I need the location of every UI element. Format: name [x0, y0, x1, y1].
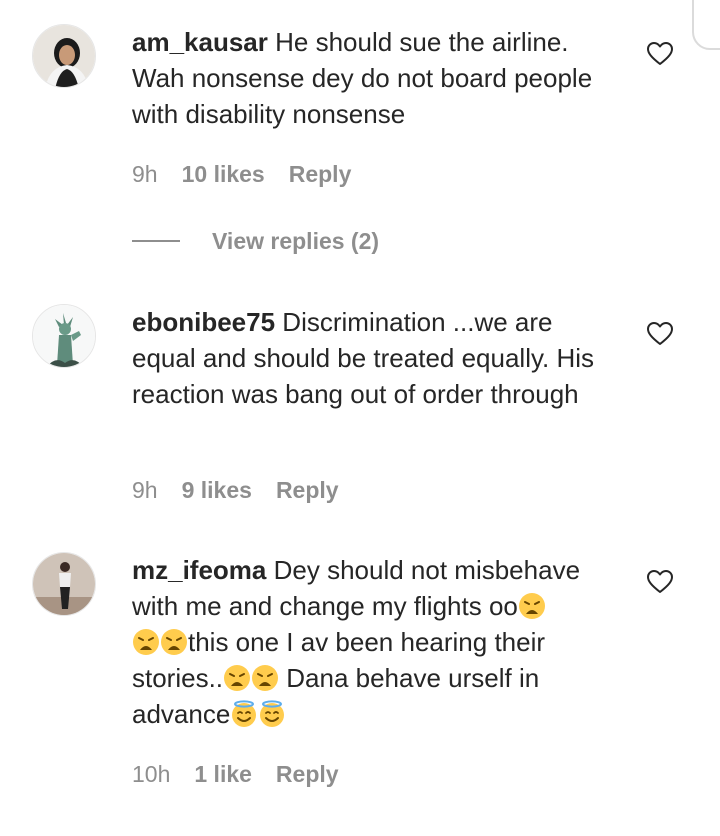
- avatar[interactable]: [32, 304, 96, 368]
- reply-button[interactable]: Reply: [289, 161, 352, 188]
- top-right-card-edge: [692, 0, 720, 50]
- replies-divider-line: [132, 240, 180, 242]
- comment-meta: 9h 10 likes Reply: [132, 158, 351, 190]
- heart-outline-icon[interactable]: [646, 568, 674, 596]
- weary-face-emoji: [224, 665, 251, 691]
- weary-face-emoji: [161, 629, 187, 655]
- comments-screen: am_kausar He should sue the airline. Wah…: [0, 0, 720, 836]
- comment-body: am_kausar He should sue the airline. Wah…: [132, 24, 612, 132]
- smiling-face-with-halo-emoji: [232, 700, 257, 727]
- smiling-face-with-halo-emoji: [260, 700, 285, 727]
- comment-username[interactable]: am_kausar: [132, 27, 268, 57]
- heart-outline-icon[interactable]: [646, 320, 674, 348]
- comment-username[interactable]: ebonibee75: [132, 307, 275, 337]
- weary-face-emoji: [133, 629, 159, 655]
- view-replies-button[interactable]: View replies (2): [132, 225, 379, 257]
- weary-face-emoji: [518, 593, 545, 619]
- comment-meta: 10h 1 like Reply: [132, 758, 339, 790]
- reply-button[interactable]: Reply: [276, 761, 339, 788]
- view-replies-label: View replies (2): [212, 227, 380, 254]
- comment-body: mz_ifeoma Dey should not misbehave with …: [132, 552, 612, 732]
- comment-time: 9h: [132, 476, 158, 503]
- comment-time: 10h: [132, 760, 171, 787]
- weary-face-emoji: [252, 665, 279, 691]
- comment-likes[interactable]: 1 like: [194, 761, 252, 788]
- comment-time: 9h: [132, 160, 158, 187]
- avatar[interactable]: [32, 24, 96, 88]
- comment-likes[interactable]: 10 likes: [182, 161, 265, 188]
- comment-body: ebonibee75 Discrimination ...we are equa…: [132, 304, 612, 412]
- heart-outline-icon[interactable]: [646, 40, 674, 68]
- comment-likes[interactable]: 9 likes: [182, 477, 252, 504]
- avatar[interactable]: [32, 552, 96, 616]
- comment-username[interactable]: mz_ifeoma: [132, 555, 266, 585]
- comment-meta: 9h 9 likes Reply: [132, 474, 339, 506]
- reply-button[interactable]: Reply: [276, 477, 339, 504]
